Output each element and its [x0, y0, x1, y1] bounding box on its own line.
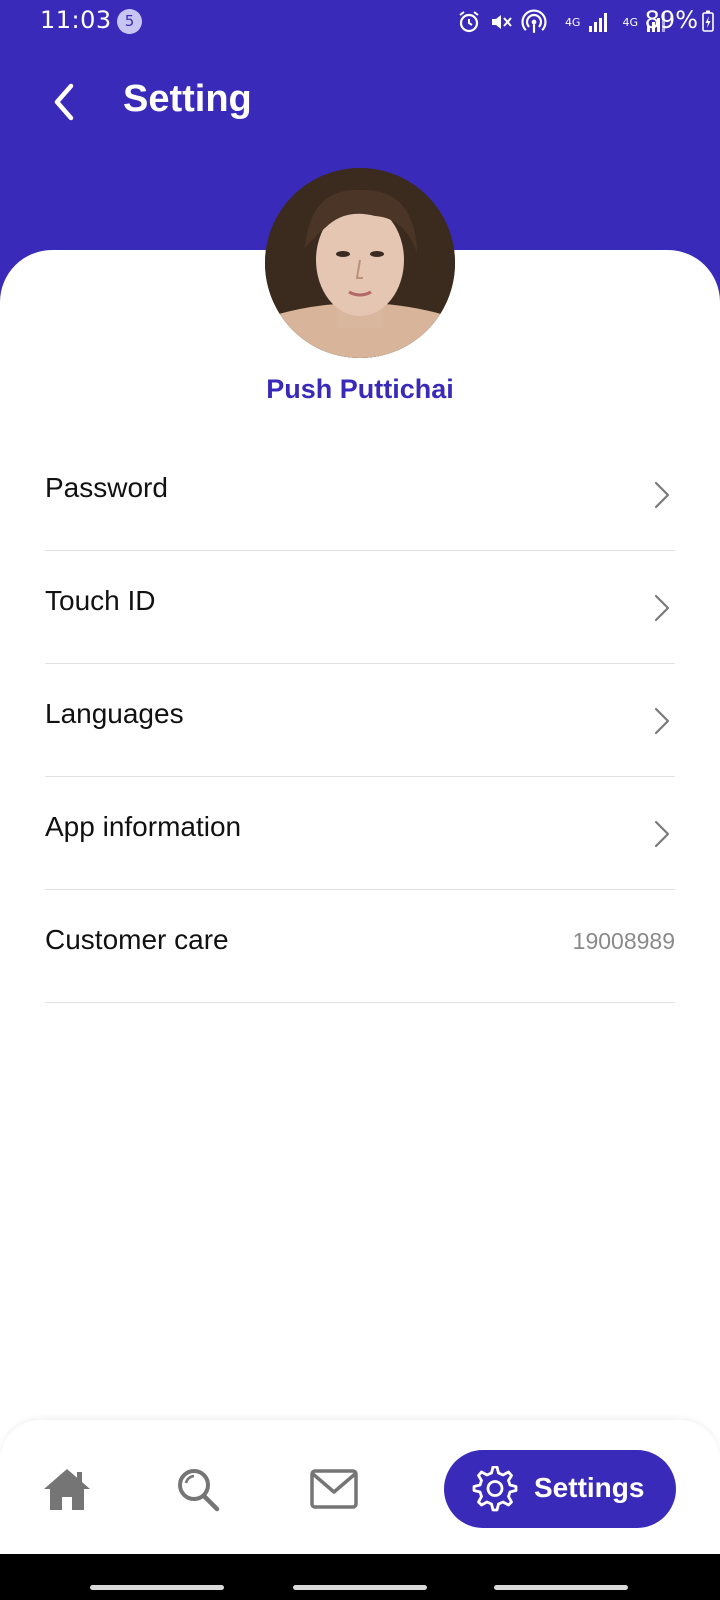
nav-search-button[interactable]: [174, 1466, 224, 1512]
nav-home-button[interactable]: [42, 1466, 92, 1512]
gear-icon: [472, 1466, 518, 1512]
status-time: 11:03: [40, 6, 112, 34]
back-button[interactable]: [44, 80, 88, 124]
battery-percent: 89%: [644, 6, 698, 34]
mail-icon: [310, 1469, 358, 1509]
network-type-label: 4G: [622, 15, 638, 29]
battery-charging-icon: [702, 10, 714, 32]
settings-item-label: Password: [45, 472, 168, 503]
nav-settings-label: Settings: [534, 1472, 645, 1503]
settings-item-label: Touch ID: [45, 585, 156, 616]
nav-mail-button[interactable]: [309, 1466, 359, 1512]
avatar[interactable]: [265, 168, 455, 358]
nav-settings-button[interactable]: Settings: [444, 1450, 676, 1528]
chevron-right-icon: [654, 481, 670, 509]
profile-photo: [265, 168, 455, 358]
system-navigation-bar: [0, 1554, 720, 1600]
settings-list: Password Touch ID Languages App informat…: [45, 438, 675, 1003]
chevron-right-icon: [654, 594, 670, 622]
mute-icon: [491, 15, 512, 29]
settings-item-label: Languages: [45, 698, 184, 729]
network-type-label: 4G: [564, 15, 581, 29]
chevron-right-icon: [654, 707, 670, 735]
settings-item-customer-care[interactable]: Customer care 19008989: [45, 890, 675, 1003]
page-title: Setting: [123, 78, 252, 120]
profile-name: Push Puttichai: [266, 374, 454, 404]
alarm-icon: [459, 11, 479, 33]
notification-badge: 5: [117, 9, 142, 34]
settings-item-touch-id[interactable]: Touch ID: [45, 551, 675, 664]
system-recents-button[interactable]: [90, 1585, 224, 1590]
chevron-left-icon: [54, 83, 74, 121]
system-home-button[interactable]: [293, 1585, 427, 1590]
bottom-nav: Settings: [0, 1420, 720, 1554]
status-bar: 11:03 5 4G 4G 89%: [0, 0, 720, 44]
settings-item-label: App information: [45, 811, 242, 842]
customer-care-number[interactable]: 19008989: [573, 928, 675, 955]
hotspot-icon: [521, 9, 547, 33]
status-icons: 4G 4G: [457, 8, 668, 36]
system-back-button[interactable]: [494, 1585, 628, 1590]
settings-item-password[interactable]: Password: [45, 438, 675, 551]
home-icon: [44, 1469, 90, 1510]
signal-icon: [589, 13, 608, 32]
settings-item-languages[interactable]: Languages: [45, 664, 675, 777]
settings-item-label: Customer care: [45, 924, 229, 955]
settings-item-app-information[interactable]: App information: [45, 777, 675, 890]
search-icon: [178, 1469, 220, 1512]
chevron-right-icon: [654, 820, 670, 848]
